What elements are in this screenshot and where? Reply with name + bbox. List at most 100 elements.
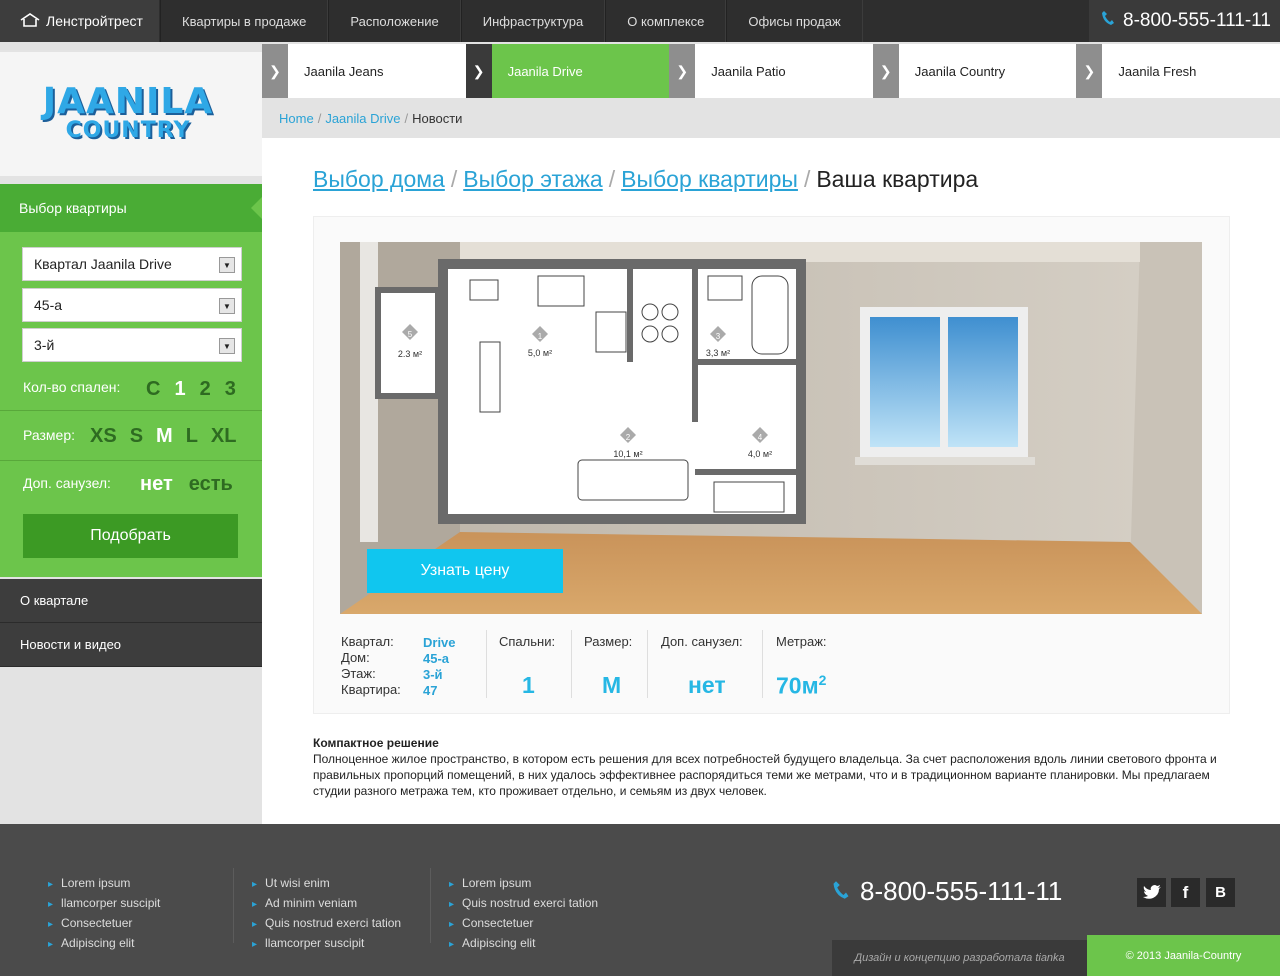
tab-label: Jaanila Patio [711, 63, 786, 79]
breadcrumb-separator: / [404, 110, 409, 126]
vk-icon[interactable]: B [1206, 878, 1235, 907]
footer-link[interactable]: llamcorper suscipit [48, 894, 160, 914]
step-choose-floor[interactable]: Выбор этажа [463, 166, 603, 192]
divider [647, 630, 648, 698]
description-title: Компактное решение [313, 736, 439, 750]
size-option-m[interactable]: M [156, 425, 173, 448]
size-option-s[interactable]: S [130, 425, 143, 448]
dropdown-arrow-icon: ▼ [219, 298, 235, 314]
detail-bedrooms-value: 1 [522, 672, 535, 698]
detail-size-label: Размер: [584, 634, 633, 649]
breadcrumb-home[interactable]: Home [279, 111, 314, 126]
tab-label: Jaanila Fresh [1118, 63, 1197, 79]
bedrooms-options: С 1 2 3 [146, 378, 236, 401]
divider [0, 410, 262, 411]
floor-select[interactable]: 3-й ▼ [22, 328, 242, 362]
title-separator: / [803, 166, 811, 192]
step-choose-apartment[interactable]: Выбор квартиры [621, 166, 798, 192]
detail-bedrooms-label: Спальни: [499, 634, 556, 649]
footer-link[interactable]: Quis nostrud exerci tation [449, 894, 598, 914]
size-label: Размер: [23, 427, 76, 443]
bedrooms-option-1[interactable]: 1 [174, 378, 185, 401]
facebook-icon[interactable]: f [1171, 878, 1200, 907]
tab-jaanila-country[interactable]: ❯ Jaanila Country [872, 44, 1077, 98]
footer-link[interactable]: llamcorper suscipit [252, 934, 401, 954]
design-credit: Дизайн и концепцию разработала tianka [832, 940, 1087, 976]
bathroom-option-no[interactable]: нет [140, 473, 173, 496]
phone-icon [1101, 10, 1115, 32]
selector-heading-text: Выбор квартиры [19, 200, 127, 216]
main-nav: Квартиры в продаже Расположение Инфрастр… [160, 0, 863, 42]
tab-jaanila-fresh[interactable]: ❯ Jaanila Fresh [1076, 44, 1280, 98]
breadcrumb: Home / Jaanila Drive / Новости [262, 98, 1280, 138]
title-separator: / [608, 166, 616, 192]
brand-link[interactable]: Ленстройтрест [0, 0, 159, 42]
nav-apartments[interactable]: Квартиры в продаже [160, 0, 329, 42]
detail-bathroom-value: нет [688, 672, 726, 698]
dropdown-arrow-icon: ▼ [219, 338, 235, 354]
dropdown-arrow-icon: ▼ [219, 257, 235, 273]
bedrooms-option-3[interactable]: 3 [225, 378, 236, 401]
bedrooms-option-2[interactable]: 2 [200, 378, 211, 401]
bathroom-option-yes[interactable]: есть [189, 473, 233, 496]
chevron-right-icon: ❯ [669, 44, 696, 98]
footer-divider [233, 868, 234, 943]
bedrooms-option-studio[interactable]: С [146, 378, 160, 401]
detail-house-value: 45-а [423, 651, 450, 666]
header-phone[interactable]: 8-800-555-111-11 [1089, 0, 1280, 42]
tab-jaanila-drive[interactable]: ❯ Jaanila Drive [465, 44, 670, 98]
footer-link[interactable]: Quis nostrud exerci tation [252, 914, 401, 934]
footer-phone-number: 8-800-555-111-11 [860, 876, 1063, 906]
footer-links-col-1: Lorem ipsum llamcorper suscipit Consecte… [48, 874, 160, 954]
room-3-area: 3,3 м² [706, 348, 730, 358]
divider [486, 630, 487, 698]
apartment-description: Компактное решение Полноценное жилое про… [313, 735, 1223, 799]
header-phone-number: 8-800-555-111-11 [1123, 10, 1271, 31]
sidebar-link-news-video[interactable]: Новости и видео [0, 623, 262, 667]
detail-area-number: 70м [776, 672, 819, 699]
footer-phone[interactable]: 8-800-555-111-11 [832, 876, 1062, 907]
logo-line-1: JAANILA [42, 81, 214, 122]
quarter-select-value: Квартал Jaanila Drive [34, 256, 172, 272]
tab-label: Jaanila Drive [507, 63, 583, 79]
bathroom-label: Доп. санузел: [23, 475, 111, 491]
size-option-xs[interactable]: XS [90, 425, 117, 448]
quarter-select[interactable]: Квартал Jaanila Drive ▼ [22, 247, 242, 281]
nav-offices[interactable]: Офисы продаж [726, 0, 863, 42]
footer-link[interactable]: Lorem ipsum [449, 874, 598, 894]
footer-link[interactable]: Ad minim veniam [252, 894, 401, 914]
divider [0, 460, 262, 461]
nav-infrastructure[interactable]: Инфраструктура [460, 0, 606, 42]
nav-about[interactable]: О комплексе [605, 0, 727, 42]
footer-link[interactable]: Adipiscing elit [48, 934, 160, 954]
footer-link[interactable]: Lorem ipsum [48, 874, 160, 894]
size-option-xl[interactable]: XL [211, 425, 237, 448]
title-separator: / [450, 166, 458, 192]
tab-jaanila-patio[interactable]: ❯ Jaanila Patio [669, 44, 873, 98]
breadcrumb-section[interactable]: Jaanila Drive [325, 111, 400, 126]
room-1-area: 5,0 м² [528, 348, 552, 358]
step-choose-house[interactable]: Выбор дома [313, 166, 445, 192]
tab-jaanila-jeans[interactable]: ❯ Jaanila Jeans [262, 44, 466, 98]
footer-link[interactable]: Adipiscing elit [449, 934, 598, 954]
divider [571, 630, 572, 698]
footer-link[interactable]: Consectetuer [449, 914, 598, 934]
footer-link[interactable]: Consectetuer [48, 914, 160, 934]
select-button[interactable]: Подобрать [23, 514, 238, 558]
footer-link[interactable]: Ut wisi enim [252, 874, 401, 894]
room-5-number: 5 [408, 330, 413, 339]
sidebar-link-about-quarter[interactable]: О квартале [0, 579, 262, 623]
chevron-right-icon: ❯ [262, 44, 288, 98]
house-select[interactable]: 45-а ▼ [22, 288, 242, 322]
nav-location[interactable]: Расположение [328, 0, 461, 42]
project-tabs: ❯ Jaanila Jeans ❯ Jaanila Drive ❯ Jaanila P… [262, 44, 1280, 98]
divider [762, 630, 763, 698]
detail-apartment-value: 47 [423, 683, 438, 698]
chevron-right-icon: ❯ [465, 44, 492, 98]
size-option-l[interactable]: L [186, 425, 198, 448]
site-logo[interactable]: JAANILA COUNTRY [28, 84, 228, 142]
twitter-icon[interactable] [1137, 878, 1166, 907]
room-3-number: 3 [716, 332, 721, 341]
location-labels: Квартал: Дом: Этаж: Квартира: [341, 634, 401, 698]
get-price-button[interactable]: Узнать цену [367, 549, 563, 593]
